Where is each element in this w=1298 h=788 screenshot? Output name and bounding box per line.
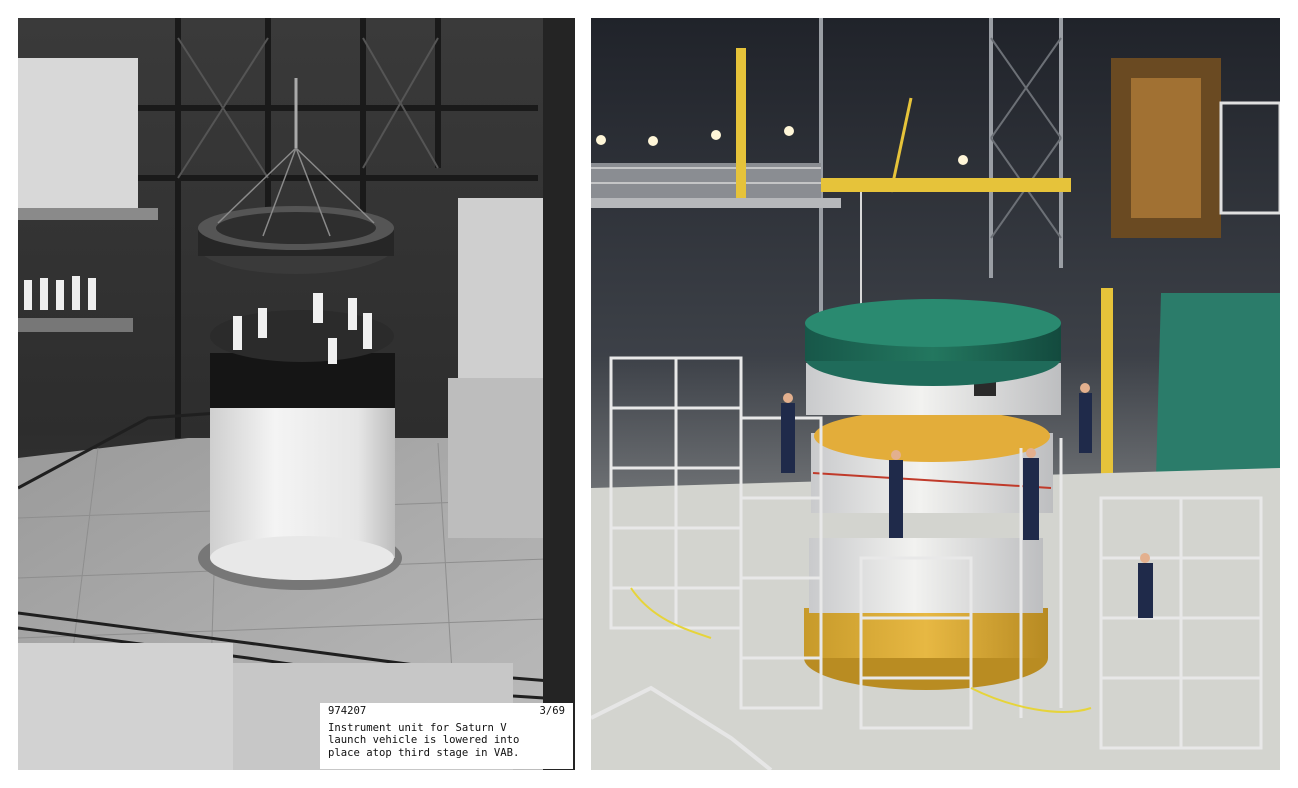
historical-bw-photo [18,18,575,770]
modern-color-photo [591,18,1280,770]
photo-caption: 974207 3/69 Instrument unit for Saturn V… [320,703,573,769]
caption-date: 3/69 [539,705,565,717]
caption-id: 974207 [328,705,367,717]
caption-line: launch vehicle is lowered into [328,734,520,746]
caption-line: place atop third stage in VAB. [328,746,520,759]
caption-line: Instrument unit for Saturn V [328,721,507,734]
